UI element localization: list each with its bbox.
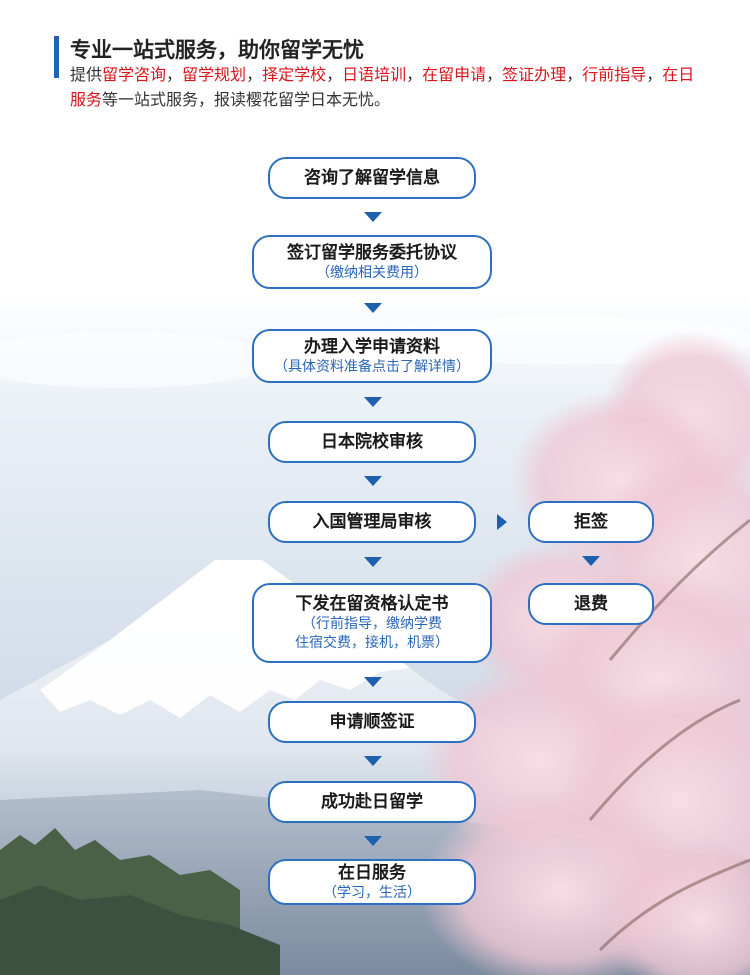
header-accent-bar: [54, 36, 59, 78]
arrow-down-icon: [364, 303, 382, 313]
service-link-plan[interactable]: 留学规划: [182, 65, 246, 84]
branch-visa-rejected: 拒签: [528, 501, 654, 543]
header-description: 提供留学咨询，留学规划，择定学校，日语培训，在留申请，签证办理，行前指导，在日服…: [70, 65, 695, 109]
arrow-down-icon: [364, 836, 382, 846]
service-link-residence[interactable]: 在留申请: [422, 65, 486, 84]
service-link-visa[interactable]: 签证办理: [502, 65, 566, 84]
step-visa-application: 申请顺签证: [268, 701, 476, 743]
step-consult-title: 咨询了解留学信息: [304, 168, 440, 188]
step-school-review-title: 日本院校审核: [321, 432, 423, 452]
step-coe-issued: 下发在留资格认定书 （行前指导，缴纳学费 住宿交费，接机，机票）: [252, 583, 492, 663]
service-link-japanese[interactable]: 日语培训: [342, 65, 406, 84]
step-consult: 咨询了解留学信息: [268, 157, 476, 199]
step-visa-application-title: 申请顺签证: [329, 712, 415, 732]
step-depart-japan-title: 成功赴日留学: [321, 792, 423, 812]
branch-refund-title: 退费: [574, 594, 608, 614]
step-coe-issued-sub2: 住宿交费，接机，机票）: [295, 635, 449, 651]
arrow-right-icon: [497, 514, 507, 530]
arrow-down-icon: [364, 212, 382, 222]
arrow-down-icon: [364, 476, 382, 486]
step-immigration-review: 入国管理局审核: [268, 501, 476, 543]
arrow-down-icon: [364, 397, 382, 407]
step-japan-service-sub: （学习，生活）: [323, 884, 421, 901]
step-school-review: 日本院校审核: [268, 421, 476, 463]
branch-refund: 退费: [528, 583, 654, 625]
step-coe-issued-sub1: （行前指导，缴纳学费: [302, 616, 442, 632]
arrow-down-icon: [364, 756, 382, 766]
step-sign-agreement-sub: （缴纳相关费用）: [316, 264, 428, 281]
scenery-background: [0, 0, 750, 975]
arrow-down-icon: [364, 557, 382, 567]
service-link-school[interactable]: 择定学校: [262, 65, 326, 84]
step-japan-service-title: 在日服务: [338, 862, 406, 883]
step-japan-service: 在日服务 （学习，生活）: [268, 859, 476, 905]
desc-prefix: 提供: [70, 65, 103, 84]
arrow-down-icon: [364, 677, 382, 687]
page-title: 专业一站式服务，助你留学无忧: [70, 38, 364, 62]
step-depart-japan: 成功赴日留学: [268, 781, 476, 823]
step-application-materials-title: 办理入学申请资料: [304, 336, 440, 357]
step-application-materials[interactable]: 办理入学申请资料 （具体资料准备点击了解详情）: [252, 329, 492, 383]
service-link-guidance[interactable]: 行前指导: [582, 65, 646, 84]
branch-visa-rejected-title: 拒签: [574, 512, 608, 532]
step-sign-agreement: 签订留学服务委托协议 （缴纳相关费用）: [252, 235, 492, 289]
step-coe-issued-title: 下发在留资格认定书: [295, 594, 449, 614]
step-immigration-review-title: 入国管理局审核: [312, 512, 432, 532]
desc-suffix: 等一站式服务，报读樱花留学日本无忧。: [102, 90, 391, 109]
step-application-materials-link[interactable]: （具体资料准备点击了解详情）: [274, 358, 470, 377]
step-sign-agreement-title: 签订留学服务委托协议: [287, 242, 457, 263]
arrow-down-icon: [582, 556, 600, 566]
service-link-consult[interactable]: 留学咨询: [102, 65, 166, 84]
